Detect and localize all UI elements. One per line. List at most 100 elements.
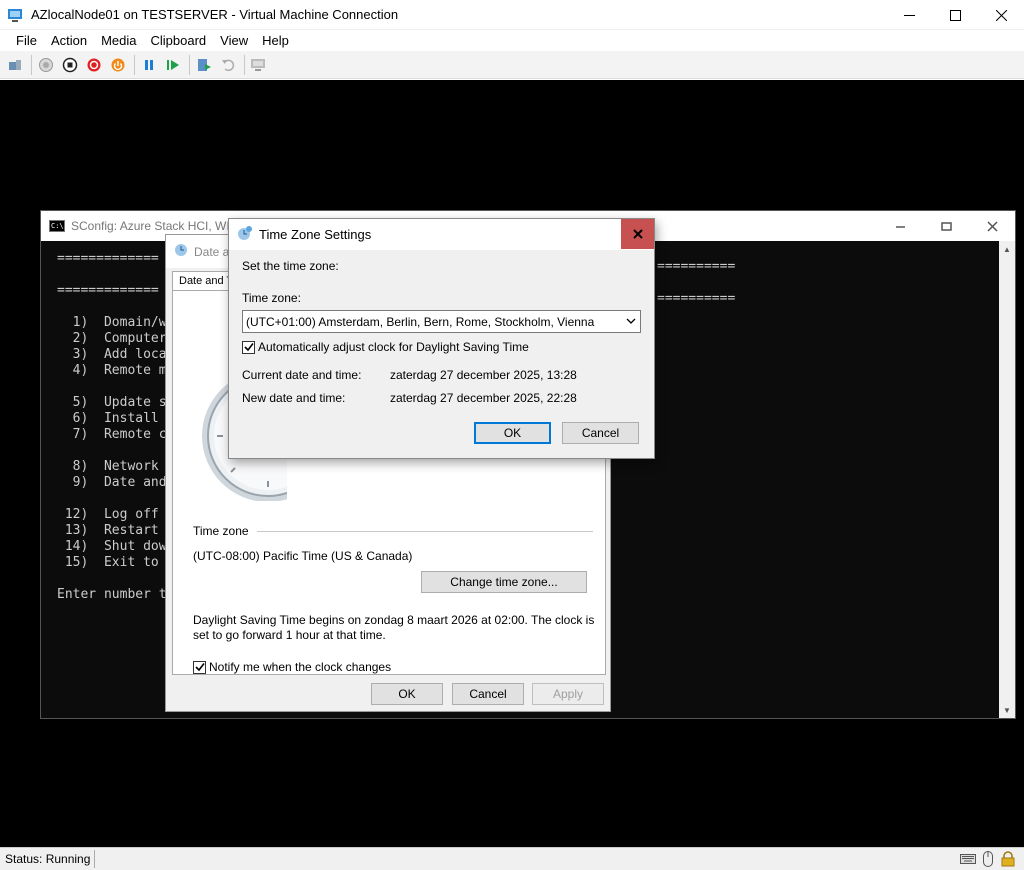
tz-close-button[interactable]	[621, 219, 654, 249]
console-minimize-button[interactable]	[877, 211, 923, 241]
menu-clipboard[interactable]: Clipboard	[144, 31, 214, 51]
console-close-button[interactable]	[969, 211, 1015, 241]
console-line: 7) Remote c	[57, 427, 167, 442]
checkpoint-button[interactable]	[193, 54, 215, 76]
console-line: 8) Network	[57, 459, 159, 474]
menu-view[interactable]: View	[213, 31, 255, 51]
console-scrollbar[interactable]: ▲ ▼	[999, 241, 1015, 718]
minimize-icon	[895, 225, 905, 228]
date-time-apply-button[interactable]: Apply	[532, 683, 604, 705]
status-bar: Status: Running	[0, 847, 1024, 870]
save-state-icon	[111, 58, 125, 71]
console-line: 13) Restart	[57, 523, 159, 538]
dst-info-text: Daylight Saving Time begins on zondag 8 …	[193, 613, 595, 642]
pause-icon	[145, 59, 153, 70]
toolbar-separator	[134, 54, 135, 75]
window-title: AZlocalNode01 on TESTSERVER - Virtual Ma…	[31, 7, 399, 22]
console-output: ============= ============= 1) Domain/w …	[57, 251, 167, 603]
auto-dst-row[interactable]: Automatically adjust clock for Daylight …	[242, 340, 529, 354]
scroll-thumb[interactable]	[1001, 259, 1013, 699]
console-line: =============	[57, 283, 159, 298]
menu-file[interactable]: File	[9, 31, 44, 51]
time-zone-settings-dialog: Time Zone Settings Set the time zone: Ti…	[228, 218, 655, 459]
console-icon: C:\	[49, 220, 65, 232]
tz-cancel-button[interactable]: Cancel	[562, 422, 639, 444]
enhanced-session-button[interactable]	[248, 54, 270, 76]
tz-titlebar: Time Zone Settings	[229, 219, 654, 250]
tab-date-and-time[interactable]: Date and T	[172, 271, 232, 291]
date-time-icon	[174, 243, 188, 260]
console-line: 5) Update s	[57, 395, 167, 410]
close-icon	[986, 220, 998, 232]
chevron-down-icon	[626, 318, 636, 324]
new-datetime-value: zaterdag 27 december 2025, 22:28	[390, 391, 577, 405]
time-zone-select[interactable]: (UTC+01:00) Amsterdam, Berlin, Bern, Rom…	[242, 310, 641, 333]
current-datetime-value: zaterdag 27 december 2025, 13:28	[390, 368, 577, 382]
revert-icon	[222, 59, 235, 71]
ctrl-alt-del-button[interactable]	[4, 54, 26, 76]
host-titlebar: AZlocalNode01 on TESTSERVER - Virtual Ma…	[0, 0, 1024, 30]
minimize-button[interactable]	[886, 0, 932, 30]
checkpoint-icon	[198, 58, 211, 71]
console-line: 1) Domain/w	[57, 315, 167, 330]
date-time-ok-button[interactable]: OK	[371, 683, 443, 705]
maximize-icon	[940, 221, 952, 231]
notify-label: Notify me when the clock changes	[209, 660, 392, 674]
toolbar-separator	[244, 54, 245, 75]
lock-icon	[1000, 851, 1016, 867]
console-line: 12) Log off	[57, 507, 159, 522]
scroll-down-icon[interactable]: ▼	[999, 702, 1015, 718]
save-button[interactable]	[107, 54, 129, 76]
toolbar-separator	[31, 54, 32, 75]
console-maximize-button[interactable]	[923, 211, 969, 241]
console-line: 14) Shut dow	[57, 539, 167, 554]
console-line: =============	[57, 251, 159, 266]
console-line: 3) Add loca	[57, 347, 167, 362]
time-zone-group-label: Time zone	[193, 524, 249, 538]
ctrl-alt-del-icon	[9, 59, 21, 70]
date-time-cancel-button[interactable]: Cancel	[452, 683, 524, 705]
revert-button[interactable]	[217, 54, 239, 76]
menu-action[interactable]: Action	[44, 31, 94, 51]
console-line: Enter number t	[57, 587, 167, 602]
close-button[interactable]	[978, 0, 1024, 30]
maximize-button[interactable]	[932, 0, 978, 30]
vm-connection-icon	[7, 7, 23, 23]
tz-title: Time Zone Settings	[259, 227, 372, 242]
console-rule-right-2: ==========	[657, 291, 736, 306]
current-datetime-label: Current date and time:	[242, 368, 362, 382]
time-zone-selected-value: (UTC+01:00) Amsterdam, Berlin, Bern, Rom…	[246, 314, 595, 329]
current-time-zone: (UTC-08:00) Pacific Time (US & Canada)	[193, 549, 413, 563]
console-line: 15) Exit to	[57, 555, 159, 570]
auto-dst-checkbox[interactable]	[242, 340, 255, 354]
scroll-up-icon[interactable]: ▲	[999, 241, 1015, 257]
tz-ok-button[interactable]: OK	[474, 422, 551, 444]
notify-row[interactable]: Notify me when the clock changes	[193, 660, 391, 674]
checkmark-icon	[194, 663, 205, 672]
console-line: 2) Computer	[57, 331, 167, 346]
new-datetime-label: New date and time:	[242, 391, 346, 405]
pause-button[interactable]	[138, 54, 160, 76]
group-divider	[257, 531, 593, 532]
console-line: 4) Remote m	[57, 363, 167, 378]
shut-down-button[interactable]	[83, 54, 105, 76]
auto-dst-label: Automatically adjust clock for Daylight …	[258, 340, 529, 354]
turn-off-button[interactable]	[59, 54, 81, 76]
vm-status: Status: Running	[0, 850, 96, 868]
mouse-icon	[980, 851, 996, 867]
console-rule-right-1: ==========	[657, 259, 736, 274]
tz-label: Time zone:	[242, 291, 301, 305]
start-button[interactable]	[35, 54, 57, 76]
menu-media[interactable]: Media	[94, 31, 143, 51]
shut-down-icon	[87, 58, 101, 71]
resume-button[interactable]	[162, 54, 184, 76]
start-icon	[39, 57, 53, 72]
minimize-icon	[903, 14, 915, 16]
notify-checkbox[interactable]	[193, 660, 206, 674]
menu-help[interactable]: Help	[255, 31, 296, 51]
change-time-zone-button[interactable]: Change time zone...	[421, 571, 587, 593]
